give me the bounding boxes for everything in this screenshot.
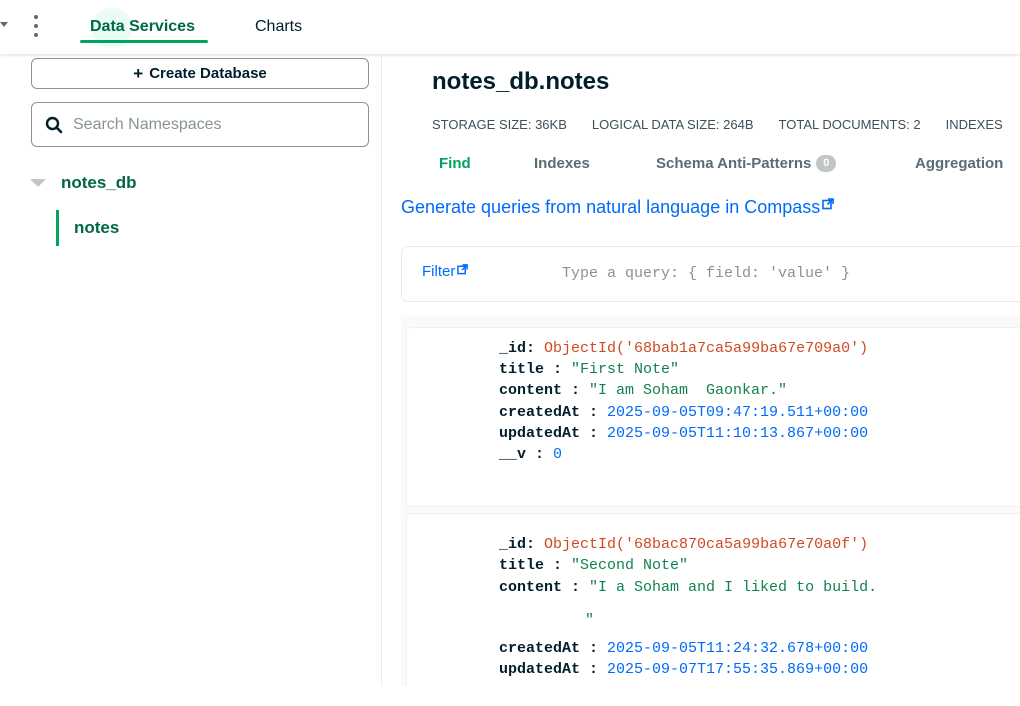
page-title: notes_db.notes: [432, 68, 610, 95]
compass-link-text: Generate queries from natural language i…: [401, 197, 821, 217]
query-filter-bar: Filter: [401, 246, 1020, 302]
count-badge: 0: [816, 155, 837, 172]
collection-item-notes[interactable]: notes: [56, 210, 119, 246]
field-row: __v : 0: [499, 446, 563, 463]
field-row: content : "I am Soham Gaonkar.": [499, 382, 788, 399]
document-card[interactable]: _id: ObjectId('68bac870ca5a99ba67e70a0f'…: [407, 514, 1020, 686]
stat-indexes: INDEXES: [945, 117, 1003, 132]
field-row: _id: ObjectId('68bab1a7ca5a99ba67e709a0'…: [499, 340, 869, 357]
field-row: _id: ObjectId('68bac870ca5a99ba67e70a0f'…: [499, 536, 869, 553]
tab-indexes[interactable]: Indexes: [534, 155, 590, 172]
namespace-search[interactable]: [31, 102, 369, 147]
caret-down-icon[interactable]: [0, 22, 8, 27]
stat-total-documents: TOTAL DOCUMENTS: 2: [778, 117, 921, 132]
filter-docs-link[interactable]: Filter: [422, 263, 469, 280]
tab-charts[interactable]: Charts: [255, 0, 302, 54]
tab-find[interactable]: Find: [439, 155, 471, 172]
top-navigation: Data Services Charts: [0, 0, 1020, 54]
tab-schema-anti-patterns[interactable]: Schema Anti-Patterns 0: [656, 155, 837, 172]
active-tab-underline: [80, 40, 208, 43]
external-link-icon: [457, 264, 469, 275]
create-database-button[interactable]: + Create Database: [31, 58, 369, 89]
stat-logical-data-size: LOGICAL DATA SIZE: 264B: [591, 117, 754, 132]
more-options-icon[interactable]: [32, 15, 40, 37]
compass-nl-query-link[interactable]: Generate queries from natural language i…: [401, 197, 835, 218]
filter-query-input[interactable]: [562, 265, 1020, 282]
tab-data-services[interactable]: Data Services: [90, 0, 195, 54]
stat-storage-size: STORAGE SIZE: 36KB: [432, 117, 567, 132]
namespace-sidebar: + Create Database notes_db notes: [0, 54, 382, 686]
field-row: updatedAt : 2025-09-05T11:10:13.867+00:0…: [499, 425, 869, 442]
database-item-notes-db[interactable]: notes_db: [30, 168, 137, 198]
tab-aggregation[interactable]: Aggregation: [915, 155, 1003, 172]
search-input[interactable]: [73, 115, 333, 134]
collapse-caret-icon[interactable]: [30, 179, 46, 187]
field-row: createdAt : 2025-09-05T09:47:19.511+00:0…: [499, 404, 869, 421]
documents-list: _id: ObjectId('68bab1a7ca5a99ba67e709a0'…: [401, 316, 1020, 686]
plus-icon: +: [133, 63, 144, 83]
external-link-icon: [822, 198, 835, 210]
create-database-label: Create Database: [149, 65, 267, 82]
selected-indicator: [56, 210, 59, 246]
collection-name: notes: [74, 218, 120, 237]
filter-label: Filter: [422, 263, 456, 280]
database-name: notes_db: [61, 173, 137, 192]
collection-stats: STORAGE SIZE: 36KB LOGICAL DATA SIZE: 26…: [432, 117, 1003, 132]
document-card[interactable]: _id: ObjectId('68bab1a7ca5a99ba67e709a0'…: [407, 328, 1020, 506]
field-row: title : "Second Note": [499, 557, 689, 574]
field-row-continuation: ": [585, 612, 595, 629]
collection-view: notes_db.notes STORAGE SIZE: 36KB LOGICA…: [383, 54, 1020, 686]
field-row: createdAt : 2025-09-05T11:24:32.678+00:0…: [499, 640, 869, 657]
tab-schema-anti-patterns-label: Schema Anti-Patterns: [656, 155, 812, 172]
field-row: title : "First Note": [499, 361, 680, 378]
search-icon: [45, 116, 63, 133]
field-row: content : "I a Soham and I liked to buil…: [499, 579, 878, 596]
field-row: updatedAt : 2025-09-07T17:55:35.869+00:0…: [499, 661, 869, 678]
